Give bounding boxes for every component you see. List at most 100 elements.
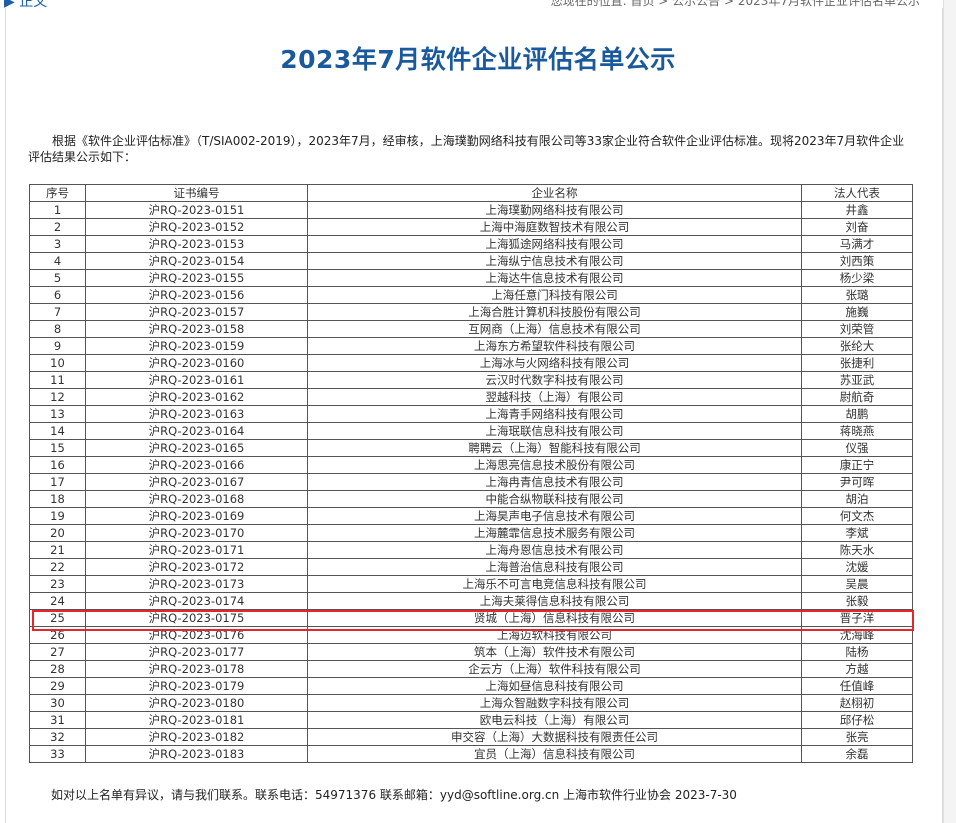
- cell-index: 17: [29, 473, 86, 491]
- company-list-table: 序号 证书编号 企业名称 法人代表 1 沪RQ-2023-0151 上海璞勤网络科技…: [29, 184, 913, 763]
- table-row: 23 沪RQ-2023-0173 上海乐不可言电竞信息科技有限公司 吴晨: [29, 575, 913, 593]
- cell-index: 19: [29, 507, 86, 525]
- cell-representative: 任值峰: [801, 677, 913, 695]
- cell-representative: 尹可晖: [801, 473, 913, 491]
- cell-representative: 余磊: [801, 745, 913, 763]
- table-row: 19 沪RQ-2023-0169 上海昊声电子信息技术有限公司 何文杰: [29, 507, 913, 525]
- cell-company: 上海众智融数字科技有限公司: [307, 694, 802, 712]
- cell-index: 27: [29, 643, 86, 661]
- cell-index: 20: [29, 524, 86, 542]
- cell-company: 上海夫莱得信息科技有限公司: [307, 592, 802, 610]
- table-row: 11 沪RQ-2023-0161 云汉时代数字科技有限公司 苏亚武: [29, 371, 913, 389]
- cell-certificate: 沪RQ-2023-0183: [85, 745, 308, 763]
- cell-representative: 康正宁: [801, 456, 913, 474]
- cell-certificate: 沪RQ-2023-0176: [85, 626, 308, 644]
- cell-representative: 杨少梁: [801, 269, 913, 287]
- cell-certificate: 沪RQ-2023-0151: [85, 201, 308, 219]
- table-row: 18 沪RQ-2023-0168 中能合纵物联科技有限公司 胡泊: [29, 490, 913, 508]
- table-row: 14 沪RQ-2023-0164 上海珉联信息科技有限公司 蒋晓燕: [29, 422, 913, 440]
- table-row: 16 沪RQ-2023-0166 上海思亮信息技术股份有限公司 康正宁: [29, 456, 913, 474]
- cell-index: 32: [29, 728, 86, 746]
- column-header-index: 序号: [29, 184, 86, 202]
- table-row: 20 沪RQ-2023-0170 上海麓霏信息技术服务有限公司 李斌: [29, 524, 913, 542]
- cell-company: 上海乐不可言电竞信息科技有限公司: [307, 575, 802, 593]
- cell-index: 8: [29, 320, 86, 338]
- table-row: 26 沪RQ-2023-0176 上海迈软科技有限公司 沈海峰: [29, 626, 913, 644]
- cell-certificate: 沪RQ-2023-0174: [85, 592, 308, 610]
- cell-representative: 赵栩初: [801, 694, 913, 712]
- cell-representative: 方越: [801, 660, 913, 678]
- scrollbar[interactable]: [943, 0, 956, 823]
- cell-representative: 晋子洋: [801, 609, 913, 627]
- cell-company: 上海麓霏信息技术服务有限公司: [307, 524, 802, 542]
- cell-certificate: 沪RQ-2023-0171: [85, 541, 308, 559]
- cell-certificate: 沪RQ-2023-0172: [85, 558, 308, 576]
- cell-company: 上海狐途网络科技有限公司: [307, 235, 802, 253]
- intro-paragraph: 根据《软件企业评估标准》（T/SIA002-2019），2023年7月，经审核，…: [28, 134, 905, 164]
- column-header-company: 企业名称: [307, 184, 802, 202]
- cell-company: 翌越科技（上海）有限公司: [307, 388, 802, 406]
- cell-company: 上海迈软科技有限公司: [307, 626, 802, 644]
- table-row: 32 沪RQ-2023-0182 申交容（上海）大数据科技有限责任公司 张亮: [29, 728, 913, 746]
- table-row: 6 沪RQ-2023-0156 上海任意门科技有限公司 张璐: [29, 286, 913, 304]
- cell-company: 上海如昼信息科技有限公司: [307, 677, 802, 695]
- cell-representative: 胡泊: [801, 490, 913, 508]
- cell-company: 聘聘云（上海）智能科技有限公司: [307, 439, 802, 457]
- cell-company: 筑本（上海）软件技术有限公司: [307, 643, 802, 661]
- cell-representative: 张捷利: [801, 354, 913, 372]
- cell-company: 上海普治信息科技有限公司: [307, 558, 802, 576]
- cell-certificate: 沪RQ-2023-0182: [85, 728, 308, 746]
- cell-company: 贤城（上海）信息科技有限公司: [307, 609, 802, 627]
- cell-company: 互网商（上海）信息技术有限公司: [307, 320, 802, 338]
- cell-index: 15: [29, 439, 86, 457]
- table-row: 29 沪RQ-2023-0179 上海如昼信息科技有限公司 任值峰: [29, 677, 913, 695]
- cell-representative: 刘荣管: [801, 320, 913, 338]
- table-row: 9 沪RQ-2023-0159 上海东方希望软件科技有限公司 张纶大: [29, 337, 913, 355]
- table-row: 2 沪RQ-2023-0152 上海中海庭数智技术有限公司 刘奋: [29, 218, 913, 236]
- cell-certificate: 沪RQ-2023-0169: [85, 507, 308, 525]
- cell-representative: 马满才: [801, 235, 913, 253]
- cell-index: 4: [29, 252, 86, 270]
- cell-certificate: 沪RQ-2023-0177: [85, 643, 308, 661]
- table-row: 1 沪RQ-2023-0151 上海璞勤网络科技有限公司 井鑫: [29, 201, 913, 219]
- cell-company: 上海合胜计算机科技股份有限公司: [307, 303, 802, 321]
- cell-index: 14: [29, 422, 86, 440]
- cell-company: 上海珉联信息科技有限公司: [307, 422, 802, 440]
- cell-representative: 陆杨: [801, 643, 913, 661]
- cell-index: 11: [29, 371, 86, 389]
- cell-index: 10: [29, 354, 86, 372]
- cell-certificate: 沪RQ-2023-0162: [85, 388, 308, 406]
- table-row: 5 沪RQ-2023-0155 上海达牛信息技术有限公司 杨少梁: [29, 269, 913, 287]
- cell-certificate: 沪RQ-2023-0168: [85, 490, 308, 508]
- cell-representative: 苏亚武: [801, 371, 913, 389]
- cell-certificate: 沪RQ-2023-0158: [85, 320, 308, 338]
- column-header-certificate: 证书编号: [85, 184, 308, 202]
- cell-index: 30: [29, 694, 86, 712]
- cell-certificate: 沪RQ-2023-0164: [85, 422, 308, 440]
- cell-index: 16: [29, 456, 86, 474]
- cell-certificate: 沪RQ-2023-0179: [85, 677, 308, 695]
- breadcrumb[interactable]: 您现在的位置: 首页 > 公示公告 > 2023年7月软件企业评估名单公示: [551, 0, 920, 8]
- page-title: 2023年7月软件企业评估名单公示: [280, 45, 676, 74]
- cell-representative: 施巍: [801, 303, 913, 321]
- table-row: 24 沪RQ-2023-0174 上海夫莱得信息科技有限公司 张毅: [29, 592, 913, 610]
- cell-certificate: 沪RQ-2023-0163: [85, 405, 308, 423]
- cell-representative: 刘奋: [801, 218, 913, 236]
- cell-company: 中能合纵物联科技有限公司: [307, 490, 802, 508]
- cell-index: 33: [29, 745, 86, 763]
- cell-index: 1: [29, 201, 86, 219]
- cell-index: 24: [29, 592, 86, 610]
- cell-company: 上海璞勤网络科技有限公司: [307, 201, 802, 219]
- cell-representative: 胡鹏: [801, 405, 913, 423]
- cell-certificate: 沪RQ-2023-0180: [85, 694, 308, 712]
- cell-certificate: 沪RQ-2023-0173: [85, 575, 308, 593]
- cell-certificate: 沪RQ-2023-0155: [85, 269, 308, 287]
- top-navigation-strip: ▶ 正文 您现在的位置: 首页 > 公示公告 > 2023年7月软件企业评估名单…: [0, 0, 956, 8]
- cell-representative: 何文杰: [801, 507, 913, 525]
- cell-certificate: 沪RQ-2023-0166: [85, 456, 308, 474]
- cell-company: 云汉时代数字科技有限公司: [307, 371, 802, 389]
- cell-certificate: 沪RQ-2023-0160: [85, 354, 308, 372]
- section-label[interactable]: ▶ 正文: [4, 0, 47, 8]
- contact-footer: 如对以上名单有异议，请与我们联系。联系电话：54971376 联系邮箱：yyd@…: [51, 788, 737, 802]
- table-row: 28 沪RQ-2023-0178 企云方（上海）软件科技有限公司 方越: [29, 660, 913, 678]
